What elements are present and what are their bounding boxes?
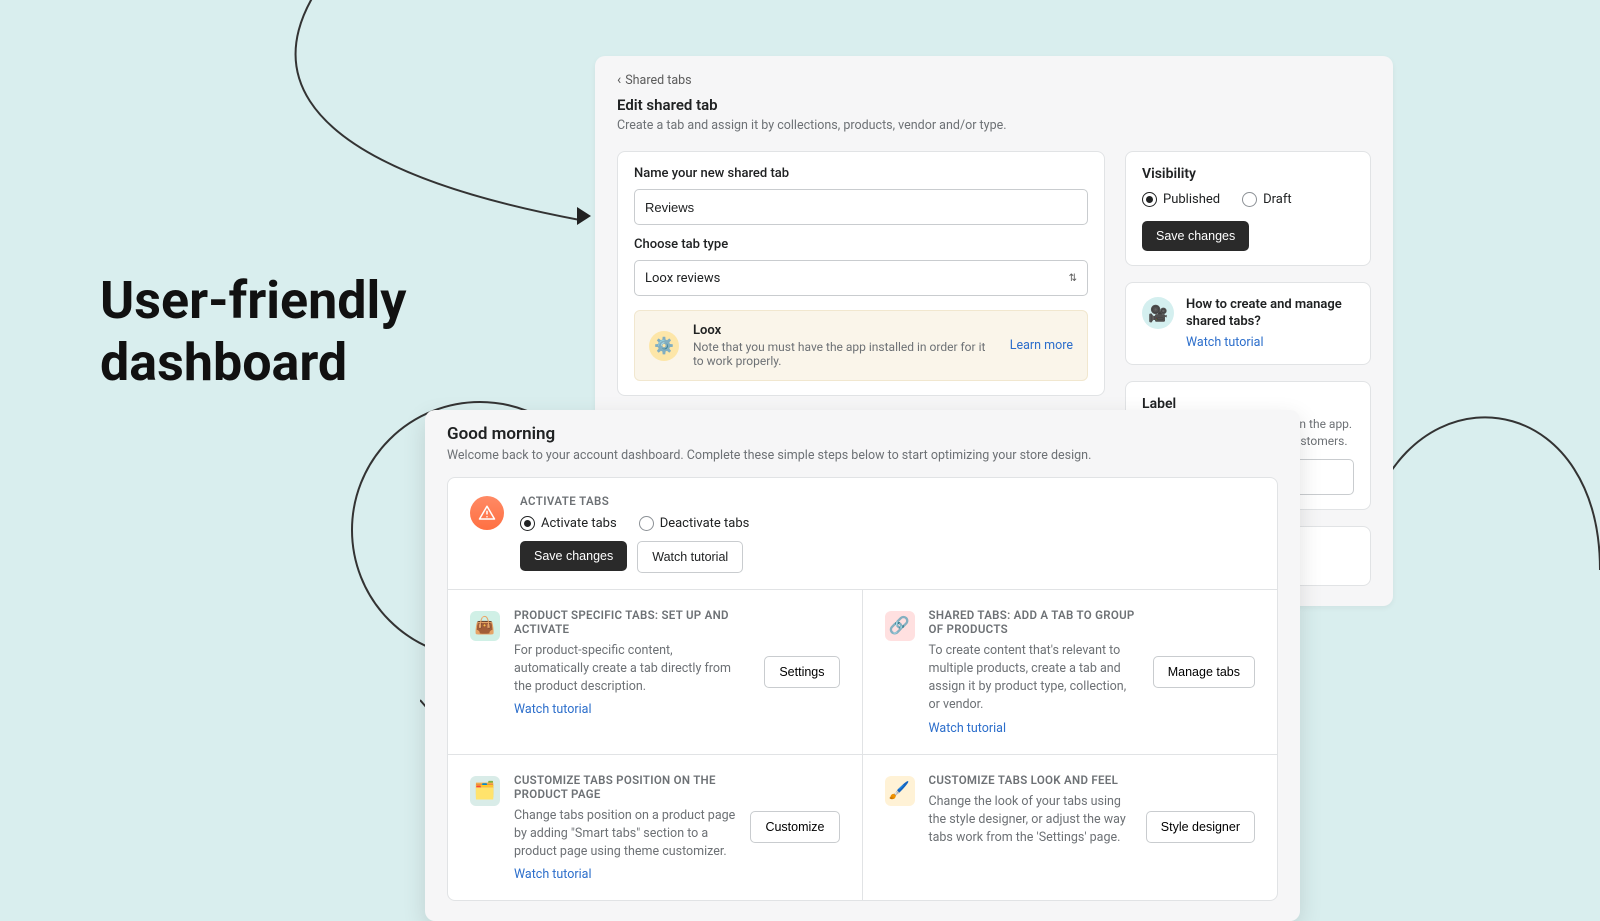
cell-product-specific: 👜 PRODUCT SPECIFIC TABS: SET UP AND ACTI…: [448, 590, 863, 754]
paint-icon: 🖌️: [885, 776, 915, 806]
info-title: Loox: [693, 323, 996, 338]
radio-activate-tabs[interactable]: Activate tabs: [520, 516, 617, 531]
greeting-title: Good morning: [447, 424, 1278, 444]
name-type-card: Name your new shared tab Choose tab type…: [617, 151, 1105, 396]
learn-more-link[interactable]: Learn more: [1010, 338, 1073, 353]
tab-name-input[interactable]: [634, 189, 1088, 225]
radio-draft[interactable]: Draft: [1242, 192, 1292, 207]
watch-tutorial-link[interactable]: Watch tutorial: [514, 702, 592, 717]
chevron-left-icon: ‹: [617, 72, 621, 88]
video-icon: 🎥: [1142, 297, 1174, 329]
radio-published[interactable]: Published: [1142, 192, 1220, 207]
onboarding-card: ACTIVATE TABS Activate tabs Deactivate t…: [447, 477, 1278, 901]
cell-shared-tabs: 🔗 SHARED TABS: ADD A TAB TO GROUP OF PRO…: [863, 590, 1278, 754]
cell-customize-look: 🖌️ CUSTOMIZE TABS LOOK AND FEEL Change t…: [863, 754, 1278, 900]
watch-tutorial-link[interactable]: Watch tutorial: [514, 867, 592, 882]
tutorial-title: How to create and manage shared tabs?: [1186, 297, 1354, 331]
cell-customize-position: 🗂️ CUSTOMIZE TABS POSITION ON THE PRODUC…: [448, 754, 863, 900]
watch-tutorial-link[interactable]: Watch tutorial: [929, 721, 1007, 736]
name-label: Name your new shared tab: [634, 166, 1088, 181]
share-icon: 🔗: [885, 611, 915, 641]
dashboard-panel: Good morning Welcome back to your accoun…: [425, 410, 1300, 921]
tutorial-card: 🎥 How to create and manage shared tabs? …: [1125, 282, 1371, 365]
customize-button[interactable]: Customize: [750, 811, 839, 843]
style-designer-button[interactable]: Style designer: [1146, 811, 1255, 843]
activate-heading: ACTIVATE TABS: [520, 494, 1255, 508]
layout-icon: 🗂️: [470, 776, 500, 806]
manage-tabs-button[interactable]: Manage tabs: [1153, 656, 1255, 688]
radio-deactivate-tabs[interactable]: Deactivate tabs: [639, 516, 750, 531]
greeting-subtitle: Welcome back to your account dashboard. …: [447, 448, 1278, 463]
visibility-title: Visibility: [1142, 166, 1354, 182]
watch-tutorial-button[interactable]: Watch tutorial: [637, 541, 743, 573]
pointer-arrow-icon: [577, 207, 591, 225]
bag-icon: 👜: [470, 611, 500, 641]
decor-curve-top: [200, 0, 580, 240]
headline: User-friendly dashboard: [100, 270, 406, 395]
updown-icon: ⇅: [1069, 273, 1077, 284]
watch-tutorial-link[interactable]: Watch tutorial: [1186, 335, 1264, 350]
page-subtitle: Create a tab and assign it by collection…: [617, 118, 1371, 133]
loox-info-box: ⚙️ Loox Note that you must have the app …: [634, 310, 1088, 381]
info-msg: Note that you must have the app installe…: [693, 340, 996, 368]
gear-icon: ⚙️: [649, 331, 679, 361]
warning-icon: [470, 496, 504, 530]
breadcrumb[interactable]: ‹ Shared tabs: [617, 72, 1371, 88]
decor-curve-right: [1380, 370, 1600, 590]
save-changes-button[interactable]: Save changes: [1142, 221, 1249, 251]
type-label: Choose tab type: [634, 237, 1088, 252]
save-changes-button[interactable]: Save changes: [520, 541, 627, 571]
visibility-card: Visibility Published Draft Save changes: [1125, 151, 1371, 266]
page-title: Edit shared tab: [617, 96, 1371, 114]
settings-button[interactable]: Settings: [764, 656, 839, 688]
tab-type-select[interactable]: Loox reviews ⇅: [634, 260, 1088, 296]
